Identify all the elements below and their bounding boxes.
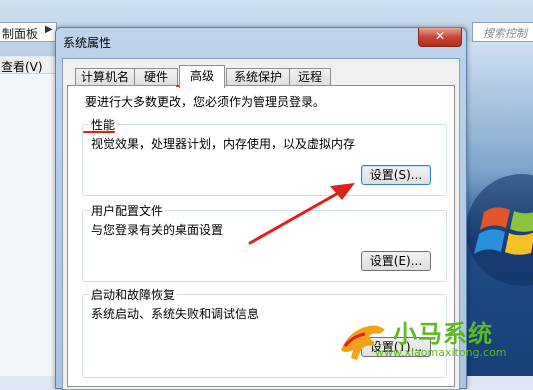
tab-advanced[interactable]: 高级 bbox=[179, 65, 225, 88]
performance-desc: 视觉效果，处理器计划，内存使用，以及虚拟内存 bbox=[91, 137, 356, 151]
close-button[interactable]: ✕ bbox=[418, 28, 462, 47]
menu-bar: 查看(V) bbox=[0, 57, 56, 74]
performance-underline bbox=[83, 131, 115, 133]
address-dropdown-icon[interactable]: ▶ bbox=[45, 24, 53, 35]
user-profiles-title: 用户配置文件 bbox=[89, 202, 166, 219]
watermark-url: www.xiaomaxitong.com bbox=[375, 346, 507, 359]
search-box[interactable]: 搜索控制面 bbox=[472, 22, 533, 56]
watermark-name: 小马系统 bbox=[393, 320, 493, 348]
admin-notice: 要进行大多数更改，您必须作为管理员登录。 bbox=[85, 95, 326, 109]
menu-item-view[interactable]: 查看(V) bbox=[1, 58, 43, 75]
startup-recovery-title: 启动和故障恢复 bbox=[89, 286, 178, 303]
user-profiles-group: 用户配置文件 与您登录有关的桌面设置 设置(E)... bbox=[82, 202, 447, 282]
startup-recovery-desc: 系统启动、系统失败和调试信息 bbox=[91, 307, 260, 321]
user-profiles-settings-button[interactable]: 设置(E)... bbox=[361, 251, 431, 271]
windows-logo-icon bbox=[466, 174, 533, 286]
address-text: 制面板 bbox=[2, 27, 39, 41]
explorer-left-pane bbox=[0, 74, 56, 376]
user-profiles-desc: 与您登录有关的桌面设置 bbox=[91, 223, 224, 237]
dialog-title: 系统属性 bbox=[63, 36, 112, 50]
performance-settings-button[interactable]: 设置(S)... bbox=[361, 165, 431, 185]
performance-group: 性能 视觉效果，处理器计划，内存使用，以及虚拟内存 设置(S)... bbox=[82, 116, 447, 196]
watermark: 小马系统 www.xiaomaxitong.com bbox=[335, 314, 525, 376]
